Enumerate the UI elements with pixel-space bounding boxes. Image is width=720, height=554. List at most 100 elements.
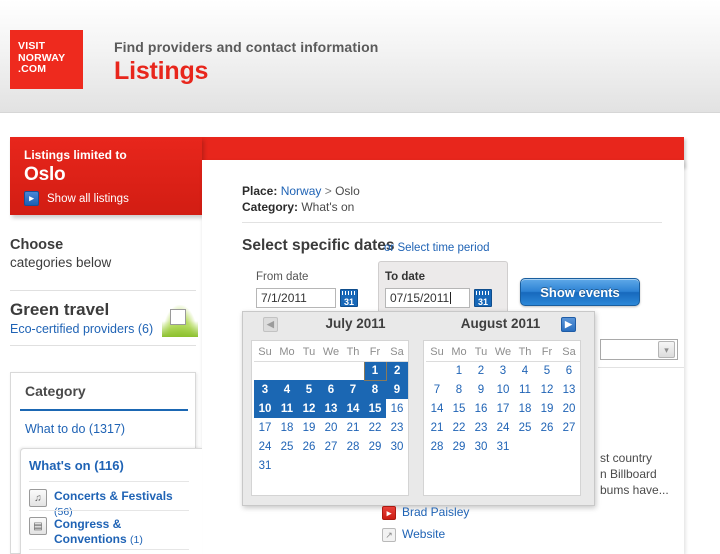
category-panel-header: Category — [25, 383, 86, 399]
calendar-day[interactable]: 21 — [342, 418, 364, 437]
calendar-day[interactable]: 1 — [363, 360, 387, 381]
calendar-day[interactable]: 25 — [276, 437, 298, 456]
calendar-day[interactable]: 29 — [448, 437, 470, 456]
limit-banner-label: Listings limited to — [24, 148, 127, 162]
result-teaser-text: st country n Billboard bums have... — [600, 450, 720, 498]
calendar-day[interactable]: 3 — [254, 380, 276, 399]
show-events-button[interactable]: Show events — [520, 278, 640, 306]
calendar-day[interactable]: 4 — [514, 361, 536, 380]
result-arrow-icon[interactable]: ▸ — [382, 506, 396, 520]
calendar-day[interactable]: 7 — [426, 380, 448, 399]
calendar-day[interactable]: 28 — [426, 437, 448, 456]
calendar-day[interactable]: 15 — [448, 399, 470, 418]
calendar-day[interactable]: 29 — [364, 437, 386, 456]
calendar-day[interactable]: 10 — [492, 380, 514, 399]
limit-banner: Listings limited to Oslo ▸ Show all list… — [10, 137, 202, 215]
calendar-day[interactable]: 15 — [364, 399, 386, 418]
calendar-day[interactable]: 25 — [514, 418, 536, 437]
calendar-day[interactable]: 20 — [558, 399, 580, 418]
calendar-day[interactable]: 16 — [470, 399, 492, 418]
calendar-day[interactable]: 19 — [298, 418, 320, 437]
calendar-day[interactable]: 8 — [448, 380, 470, 399]
result-item-link[interactable]: Brad Paisley — [402, 505, 469, 519]
calendar-day[interactable]: 31 — [492, 437, 514, 456]
calendar-day[interactable]: 13 — [320, 399, 342, 418]
external-link-icon[interactable]: ↗ — [382, 528, 396, 542]
visitnorway-logo[interactable]: VISIT NORWAY .COM — [10, 30, 83, 89]
calendar-day[interactable]: 26 — [298, 437, 320, 456]
calendar-day-empty — [514, 437, 536, 456]
calendar-day-empty — [298, 456, 320, 475]
calendar-day[interactable]: 11 — [276, 399, 298, 418]
prev-month-icon[interactable]: ◀ — [263, 317, 278, 332]
calendar-day[interactable]: 12 — [536, 380, 558, 399]
from-date-input[interactable]: 7/1/2011 — [256, 288, 336, 308]
calendar-day[interactable]: 18 — [514, 399, 536, 418]
weekday-header: Fr — [364, 344, 386, 362]
sidebar-item-what-to-do[interactable]: What to do (1317) — [25, 422, 125, 436]
calendar-day[interactable]: 10 — [254, 399, 276, 418]
calendar-day[interactable]: 16 — [386, 399, 408, 418]
calendar-day[interactable]: 2 — [386, 361, 408, 380]
calendar-day[interactable]: 7 — [342, 380, 364, 399]
calendar-day[interactable]: 18 — [276, 418, 298, 437]
calendar-day[interactable]: 6 — [558, 361, 580, 380]
calendar-day[interactable]: 26 — [536, 418, 558, 437]
month-title-left: July 2011 — [325, 316, 386, 331]
sidebar-item-whats-on[interactable]: What's on (116) ♫ Concerts & Festivals (… — [20, 448, 202, 554]
calendar-day[interactable]: 19 — [536, 399, 558, 418]
calendar-day[interactable]: 14 — [426, 399, 448, 418]
calendar-day[interactable]: 9 — [386, 380, 408, 399]
weekday-header: Tu — [470, 344, 492, 362]
chevron-down-icon[interactable]: ▾ — [658, 341, 675, 358]
calendar-day[interactable]: 27 — [320, 437, 342, 456]
calendar-icon-to[interactable]: 31 — [474, 289, 492, 307]
calendar-day[interactable]: 21 — [426, 418, 448, 437]
calendar-day[interactable]: 9 — [470, 380, 492, 399]
calendar-day[interactable]: 2 — [470, 361, 492, 380]
calendar-day[interactable]: 30 — [470, 437, 492, 456]
calendar-day[interactable]: 17 — [254, 418, 276, 437]
to-date-input[interactable]: 07/15/2011 — [385, 288, 470, 308]
whats-on-divider-2 — [29, 510, 189, 511]
calendar-day[interactable]: 12 — [298, 399, 320, 418]
next-month-icon[interactable]: ▶ — [561, 317, 576, 332]
calendar-day[interactable]: 20 — [320, 418, 342, 437]
calendar-day[interactable]: 5 — [298, 380, 320, 399]
filter-dropdown[interactable]: ▾ — [600, 339, 678, 360]
calendar-day[interactable]: 3 — [492, 361, 514, 380]
calendar-day[interactable]: 24 — [254, 437, 276, 456]
sidebar-item-congress-conventions[interactable]: ▤ Congress & Conventions (1) — [29, 517, 194, 548]
show-all-arrow-icon[interactable]: ▸ — [24, 191, 39, 206]
calendar-day[interactable]: 17 — [492, 399, 514, 418]
calendar-day[interactable]: 13 — [558, 380, 580, 399]
calendar-day[interactable]: 24 — [492, 418, 514, 437]
calendar-day[interactable]: 31 — [254, 456, 276, 475]
eco-checkbox[interactable] — [170, 309, 186, 325]
calendar-day[interactable]: 6 — [320, 380, 342, 399]
calendar-day-empty — [386, 456, 408, 475]
calendar-day[interactable]: 11 — [514, 380, 536, 399]
calendar-day[interactable]: 5 — [536, 361, 558, 380]
select-time-period-link[interactable]: Select time period — [397, 242, 489, 254]
calendar-table-august: Su Mo Tu We Th Fr Sa 1 2 3 4 5 6 7 8 9 10 11 12 13 14 15 16 17 1… — [426, 344, 580, 456]
calendar-day[interactable]: 30 — [386, 437, 408, 456]
calendar-icon-from[interactable]: 31 — [340, 289, 358, 307]
calendar-day[interactable]: 23 — [386, 418, 408, 437]
green-travel-link[interactable]: Eco-certified providers (6) — [10, 322, 153, 336]
calendar-day[interactable]: 4 — [276, 380, 298, 399]
breadcrumb-place-link[interactable]: Norway — [281, 184, 322, 198]
calendar-day[interactable]: 1 — [448, 361, 470, 380]
calendar-day[interactable]: 28 — [342, 437, 364, 456]
calendar-day[interactable]: 23 — [470, 418, 492, 437]
calendar-day[interactable]: 22 — [448, 418, 470, 437]
sidebar-item-concerts-festivals[interactable]: ♫ Concerts & Festivals (56) — [29, 489, 194, 520]
calendar-day[interactable]: 22 — [364, 418, 386, 437]
result-website-link[interactable]: Website — [402, 527, 445, 541]
calendar-day[interactable]: 8 — [364, 380, 386, 399]
calendar-day[interactable]: 14 — [342, 399, 364, 418]
show-all-listings-link[interactable]: Show all listings — [47, 193, 129, 205]
page-root: VISIT NORWAY .COM Find providers and con… — [0, 0, 720, 554]
calendar-day[interactable]: 27 — [558, 418, 580, 437]
weekday-header: Su — [426, 344, 448, 362]
